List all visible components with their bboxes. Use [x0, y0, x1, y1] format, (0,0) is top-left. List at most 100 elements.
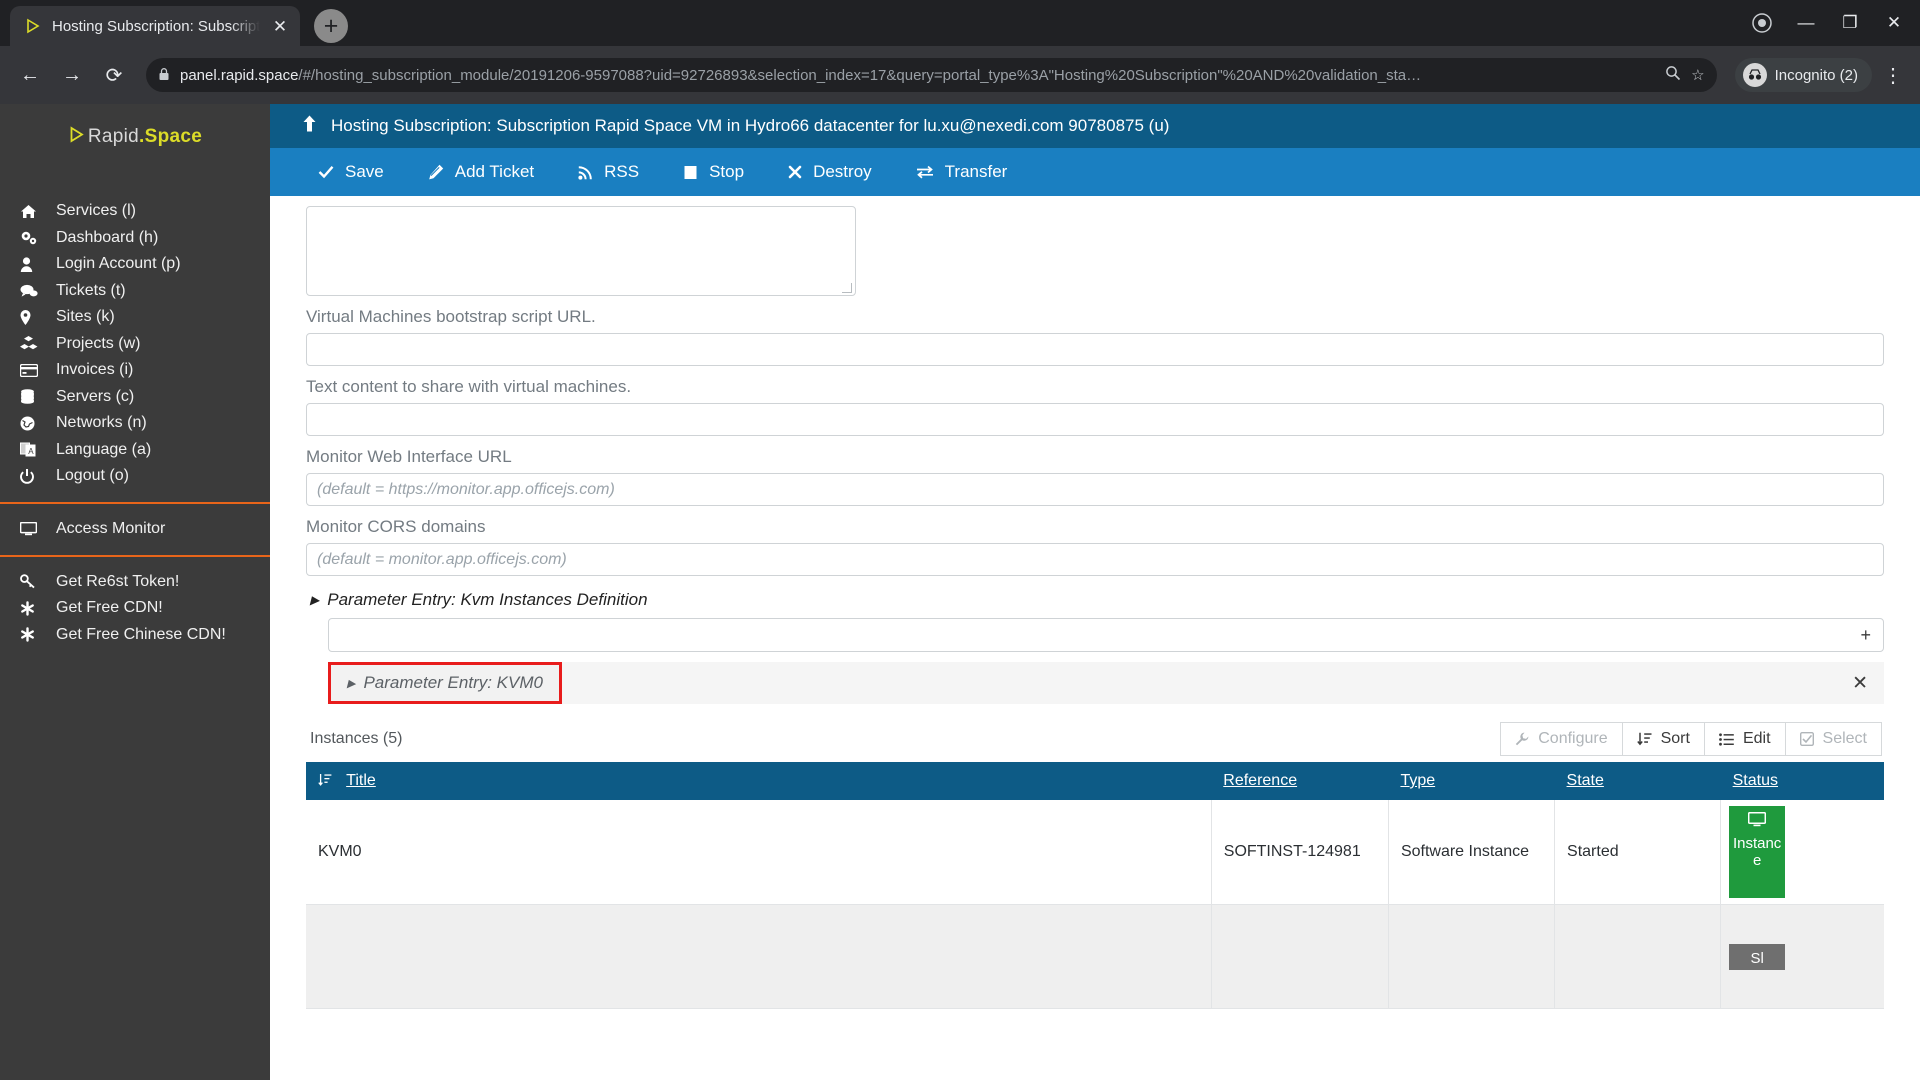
- rss-button[interactable]: RSS: [556, 148, 661, 196]
- close-icon[interactable]: ✕: [1852, 672, 1870, 695]
- sidebar-item-tickets[interactable]: Tickets (t): [0, 278, 270, 305]
- sidebar-item-label: Dashboard (h): [56, 228, 159, 246]
- edit-button[interactable]: Edit: [1703, 722, 1786, 756]
- power-icon: [20, 468, 56, 484]
- table-row[interactable]: Sl: [306, 904, 1884, 1009]
- sidebar-nav-tertiary: Get Re6st Token! Get Free CDN! Get Free …: [0, 569, 270, 649]
- sort-amount-icon: [318, 773, 332, 787]
- comments-icon: [20, 284, 56, 298]
- stop-button[interactable]: Stop: [661, 148, 766, 196]
- arrow-up-icon[interactable]: [302, 115, 317, 137]
- script-content-textarea[interactable]: [306, 206, 856, 296]
- brand-logo[interactable]: Rapid. Space: [0, 104, 270, 170]
- rapidspace-play-icon: [24, 17, 42, 35]
- address-bar[interactable]: panel.rapid.space/#/hosting_subscription…: [146, 58, 1717, 92]
- browser-tab[interactable]: Hosting Subscription: Subscripti ✕: [10, 6, 300, 46]
- column-header-state[interactable]: State: [1554, 762, 1721, 800]
- cell-reference: [1211, 904, 1389, 1009]
- column-header-reference[interactable]: Reference: [1211, 762, 1389, 800]
- sidebar-item-label: Get Re6st Token!: [56, 572, 180, 590]
- forward-arrow-icon[interactable]: →: [54, 57, 90, 93]
- select-button[interactable]: Select: [1784, 722, 1882, 756]
- field-label: Monitor Web Interface URL: [306, 447, 512, 466]
- app-toolbar: Save Add Ticket RSS Stop Destroy Transfe…: [270, 148, 1920, 196]
- destroy-button[interactable]: Destroy: [766, 148, 894, 196]
- page-title: Hosting Subscription: Subscription Rapid…: [331, 116, 1170, 135]
- parameter-entry-kvm0[interactable]: ▶ Parameter Entry: KVM0: [328, 662, 562, 704]
- check-icon: [318, 165, 334, 179]
- brand-rapid: Rapid: [87, 126, 140, 147]
- shared-text-content-input[interactable]: [306, 403, 1884, 436]
- monitor-cors-domains-input[interactable]: (default = monitor.app.officejs.com): [306, 543, 1884, 576]
- status-badge: Sl: [1729, 943, 1786, 970]
- sidebar-item-networks[interactable]: Networks (n): [0, 410, 270, 437]
- toolbar-label: Save: [345, 162, 384, 181]
- incognito-indicator[interactable]: Incognito (2): [1734, 58, 1872, 92]
- column-header-type[interactable]: Type: [1388, 762, 1555, 800]
- table-row[interactable]: KVM0 SOFTINST-124981 Software Instance S…: [306, 800, 1884, 905]
- sort-button[interactable]: Sort: [1621, 722, 1705, 756]
- parameter-add-row[interactable]: +: [328, 618, 1884, 652]
- column-label: State: [1566, 772, 1604, 789]
- sidebar-item-access-monitor[interactable]: Access Monitor: [0, 516, 270, 543]
- parameter-section-header[interactable]: ▶ Parameter Entry: Kvm Instances Definit…: [310, 590, 1884, 610]
- sidebar-item-sites[interactable]: Sites (k): [0, 304, 270, 331]
- monitor-web-interface-url-input[interactable]: (default = https://monitor.app.officejs.…: [306, 473, 1884, 506]
- monitor-icon: [1748, 811, 1767, 832]
- sidebar-item-invoices[interactable]: Invoices (i): [0, 357, 270, 384]
- reload-icon[interactable]: ⟳: [96, 57, 132, 93]
- bootstrap-script-url-input[interactable]: [306, 333, 1884, 366]
- input-placeholder: (default = https://monitor.app.officejs.…: [317, 480, 615, 498]
- cell-state: [1554, 904, 1722, 1009]
- column-header-title[interactable]: Title: [306, 762, 1212, 800]
- sidebar-item-dashboard[interactable]: Dashboard (h): [0, 225, 270, 252]
- action-label: Sort: [1660, 730, 1690, 747]
- stop-square-icon: [683, 165, 698, 180]
- sidebar-item-logout[interactable]: Logout (o): [0, 463, 270, 490]
- maximize-button[interactable]: ❐: [1828, 0, 1872, 46]
- save-button[interactable]: Save: [296, 148, 406, 196]
- sidebar-item-projects[interactable]: Projects (w): [0, 331, 270, 358]
- sidebar-item-label: Logout (o): [56, 467, 129, 485]
- sidebar-item-get-re6st-token[interactable]: Get Re6st Token!: [0, 569, 270, 596]
- column-header-status[interactable]: Status: [1720, 762, 1884, 800]
- kebab-menu-icon[interactable]: ⋮: [1878, 63, 1908, 88]
- minimize-button[interactable]: —: [1784, 0, 1828, 46]
- home-icon: [20, 204, 56, 219]
- instances-table: Title Reference Type State Status KVM0 S…: [306, 762, 1884, 1009]
- back-arrow-icon[interactable]: ←: [12, 57, 48, 93]
- sidebar-item-services[interactable]: Services (l): [0, 198, 270, 225]
- sidebar-item-label: Networks (n): [56, 414, 147, 432]
- action-label: Configure: [1538, 730, 1608, 747]
- sidebar-item-servers[interactable]: Servers (c): [0, 384, 270, 411]
- browser-tab-title: Hosting Subscription: Subscripti: [52, 17, 260, 35]
- checkbox-icon: [1799, 732, 1814, 746]
- zoom-icon[interactable]: [1665, 65, 1681, 85]
- map-pin-icon: [20, 309, 56, 325]
- language-icon: A: [20, 442, 56, 457]
- sidebar-item-label: Get Free Chinese CDN!: [56, 625, 226, 643]
- new-tab-button[interactable]: +: [314, 9, 348, 43]
- field-label: Monitor CORS domains: [306, 517, 486, 536]
- sidebar-item-login-account[interactable]: Login Account (p): [0, 251, 270, 278]
- sidebar-item-get-free-chinese-cdn[interactable]: Get Free Chinese CDN!: [0, 622, 270, 649]
- sidebar-item-label: Invoices (i): [56, 361, 134, 379]
- sidebar-item-language[interactable]: A Language (a): [0, 437, 270, 464]
- sidebar-item-label: Get Free CDN!: [56, 599, 163, 617]
- add-ticket-button[interactable]: Add Ticket: [406, 148, 556, 196]
- add-parameter-button[interactable]: +: [1860, 625, 1871, 646]
- sidebar-divider-2: [0, 554, 270, 557]
- ticket-icon: [428, 164, 444, 180]
- window-close-button[interactable]: ✕: [1872, 0, 1916, 46]
- transfer-button[interactable]: Transfer: [894, 148, 1030, 196]
- sidebar-item-get-free-cdn[interactable]: Get Free CDN!: [0, 595, 270, 622]
- input-placeholder: (default = monitor.app.officejs.com): [317, 550, 567, 568]
- close-icon[interactable]: ✕: [270, 18, 290, 35]
- browser-tab-strip: Hosting Subscription: Subscripti ✕ + — ❐…: [0, 0, 1920, 46]
- star-icon[interactable]: ☆: [1691, 66, 1704, 84]
- browser-window: Hosting Subscription: Subscripti ✕ + — ❐…: [0, 0, 1920, 1080]
- record-circle-icon[interactable]: [1740, 0, 1784, 46]
- incognito-avatar-icon: [1742, 63, 1767, 87]
- field-label: Text content to share with virtual machi…: [306, 377, 632, 396]
- configure-button[interactable]: Configure: [1500, 722, 1623, 756]
